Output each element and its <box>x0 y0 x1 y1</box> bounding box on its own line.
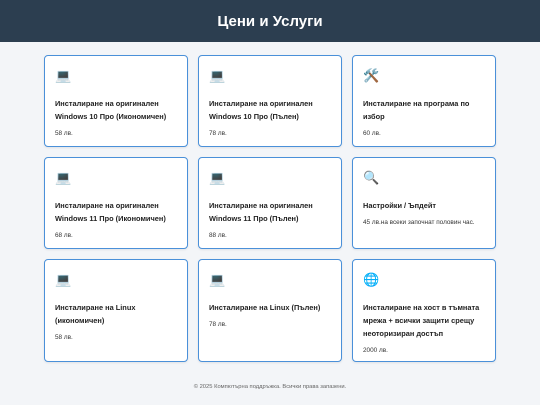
service-title: Настройки / Ъпдейт <box>363 201 437 210</box>
service-card: 🌐 Инсталиране на хост в тъмната мрежа + … <box>352 259 496 362</box>
globe-icon: 🌐 <box>363 272 380 287</box>
service-title: Инсталиране на програма по избор <box>363 99 470 121</box>
service-title: Инсталиране на оригинален Windows 11 Про… <box>55 201 166 223</box>
service-price: 58 лв. <box>55 130 73 137</box>
laptop-icon: 💻 <box>209 68 226 83</box>
service-title: Инсталиране на Linux (икономичен) <box>55 303 136 325</box>
page-header: Цени и Услуги <box>0 0 540 42</box>
service-price: 60 лв. <box>363 130 381 137</box>
service-price: 45 лв.на всеки започнат половин час. <box>363 219 475 226</box>
service-title: Инсталиране на оригинален Windows 11 Про… <box>209 201 313 223</box>
service-price: 88 лв. <box>209 232 227 239</box>
laptop-icon: 💻 <box>55 68 72 83</box>
service-price: 78 лв. <box>209 321 227 328</box>
service-title: Инсталиране на Linux (Пълен) <box>209 303 321 312</box>
service-price: 68 лв. <box>55 232 73 239</box>
service-title: Инсталиране на хост в тъмната мрежа + вс… <box>363 303 480 338</box>
service-price: 58 лв. <box>55 334 73 341</box>
magnifier-icon: 🔍 <box>363 170 380 185</box>
service-price: 78 лв. <box>209 130 227 137</box>
laptop-icon: 💻 <box>209 272 226 287</box>
service-price: 2000 лв. <box>363 347 388 354</box>
service-card: 💻 Инсталиране на оригинален Windows 11 П… <box>44 157 188 249</box>
laptop-icon: 💻 <box>209 170 226 185</box>
laptop-icon: 💻 <box>55 272 72 287</box>
services-grid: 💻 Инсталиране на оригинален Windows 10 П… <box>44 55 496 362</box>
service-title: Инсталиране на оригинален Windows 10 Про… <box>55 99 167 121</box>
service-card: 🛠️ Инсталиране на програма по избор 60 л… <box>352 55 496 147</box>
service-card: 🔍 Настройки / Ъпдейт 45 лв.на всеки запо… <box>352 157 496 249</box>
service-card: 💻 Инсталиране на Linux (икономичен) 58 л… <box>44 259 188 362</box>
page-title: Цени и Услуги <box>217 12 323 30</box>
footer-copyright: © 2025 Компютърна поддръжка. Всички прав… <box>193 384 347 390</box>
service-title: Инсталиране на оригинален Windows 10 Про… <box>209 99 313 121</box>
service-card: 💻 Инсталиране на Linux (Пълен) 78 лв. <box>198 259 342 362</box>
tools-icon: 🛠️ <box>363 68 380 83</box>
laptop-icon: 💻 <box>55 170 72 185</box>
service-card: 💻 Инсталиране на оригинален Windows 10 П… <box>44 55 188 147</box>
service-card: 💻 Инсталиране на оригинален Windows 11 П… <box>198 157 342 249</box>
service-card: 💻 Инсталиране на оригинален Windows 10 П… <box>198 55 342 147</box>
